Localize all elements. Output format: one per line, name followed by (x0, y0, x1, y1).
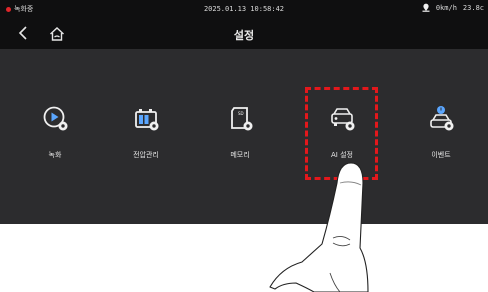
pointing-hand-icon (269, 162, 369, 292)
